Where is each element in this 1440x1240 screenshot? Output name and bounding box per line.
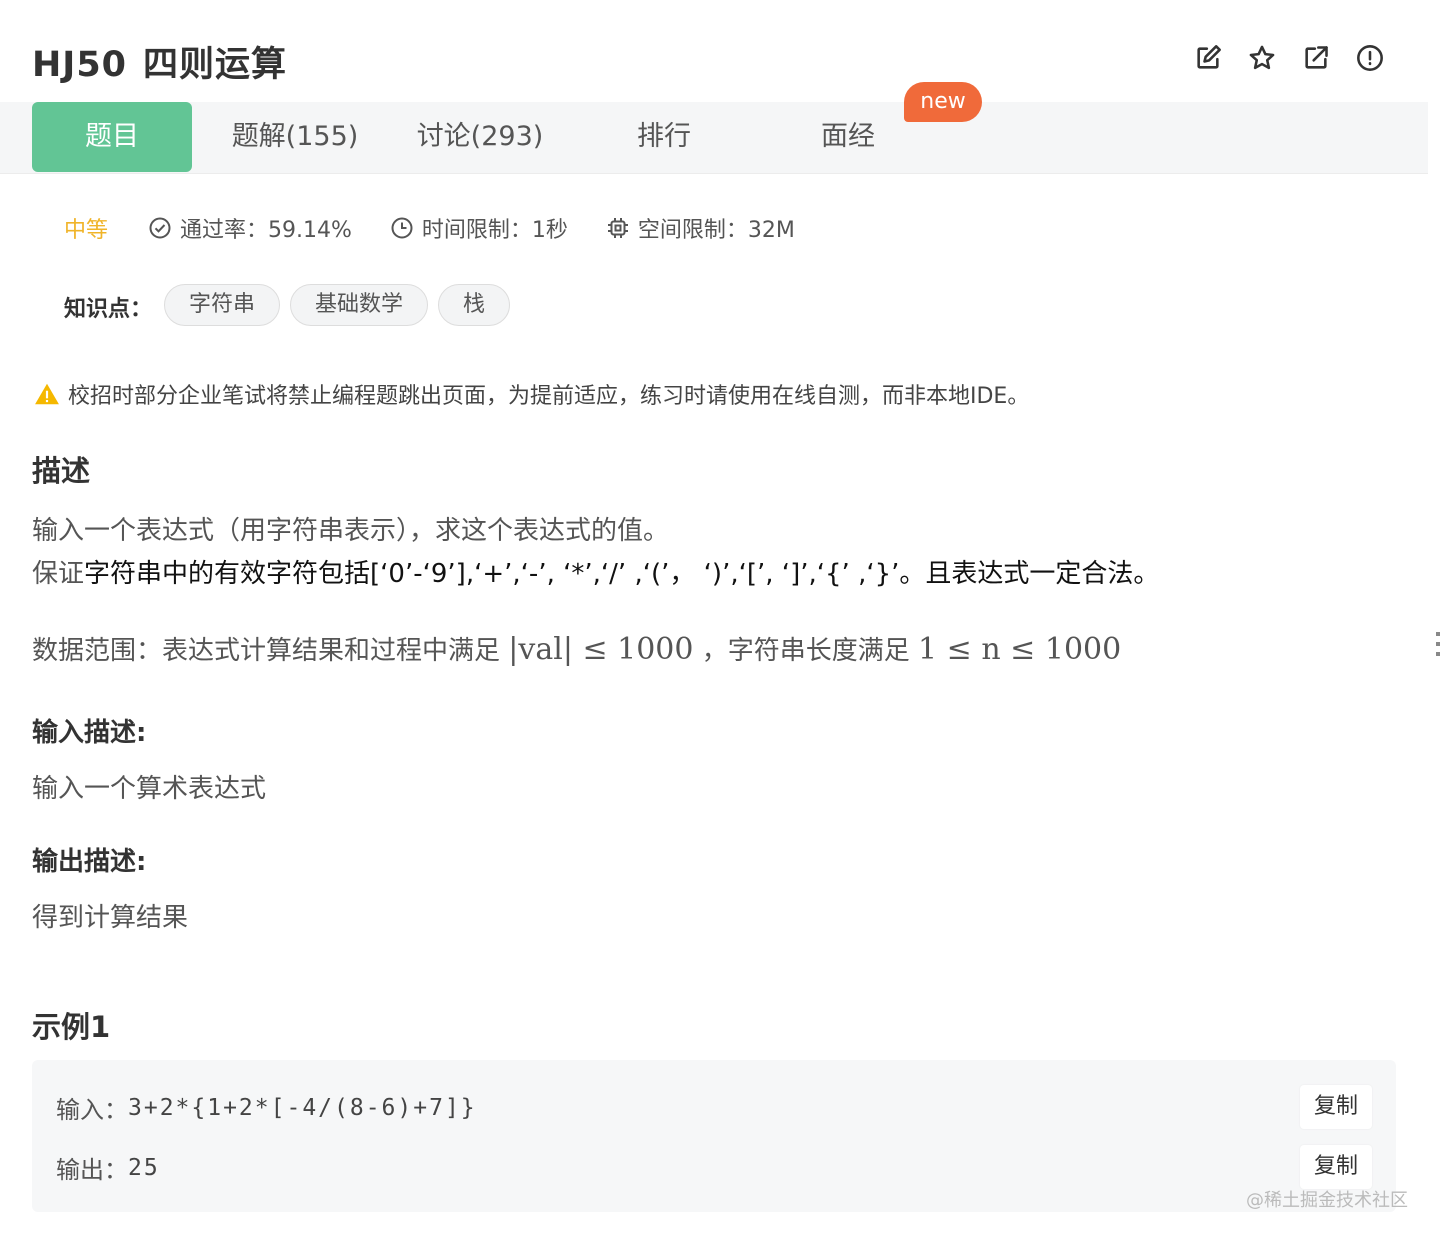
warning-icon bbox=[35, 383, 59, 405]
edit-icon[interactable] bbox=[1190, 40, 1226, 76]
problem-meta: 中等 通过率：59.14% 时间限制：1秒 空间限制：32M bbox=[64, 210, 833, 246]
tab-solutions[interactable]: 题解(155) bbox=[215, 102, 375, 172]
data-range-math-1: |val| ≤ 1000 bbox=[508, 632, 694, 667]
clock-icon bbox=[391, 217, 413, 239]
page-title: HJ50 四则运算 bbox=[32, 36, 287, 87]
pass-rate: 通过率：59.14% bbox=[148, 212, 352, 244]
description-heading: 描述 bbox=[32, 454, 91, 488]
data-range-mid: ，字符串长度满足 bbox=[701, 636, 910, 666]
chip-icon bbox=[607, 218, 628, 238]
star-icon[interactable] bbox=[1244, 40, 1280, 76]
description-line-1: 输入一个表达式（用字符串表示），求这个表达式的值。 bbox=[32, 516, 670, 546]
tag-stack[interactable]: 栈 bbox=[438, 284, 511, 326]
pass-rate-text: 通过率：59.14% bbox=[180, 218, 352, 243]
data-range-math-2: 1 ≤ n ≤ 1000 bbox=[918, 632, 1122, 667]
new-badge: new bbox=[904, 82, 982, 122]
copy-output-button[interactable]: 复制 bbox=[1300, 1145, 1372, 1189]
scroll-handle[interactable] bbox=[1436, 632, 1440, 664]
description-line-2: 保证字符串中的有效字符包括[‘0’-‘9’],‘+’,‘-’, ‘*’,‘/’ … bbox=[32, 553, 1159, 590]
tab-ranking[interactable]: 排行 bbox=[584, 102, 744, 172]
tab-problem[interactable]: 题目 bbox=[32, 102, 192, 172]
output-desc-heading: 输出描述: bbox=[32, 847, 147, 877]
example-input-value: 3+2*{1+2*[-4/(8-6)+7]} bbox=[128, 1094, 477, 1121]
description-line-2-rest: 字符串中的有效字符包括[‘0’-‘9’],‘+’,‘-’, ‘*’,‘/’ ,‘… bbox=[84, 559, 1160, 589]
problem-title: 四则运算 bbox=[143, 45, 288, 85]
report-icon[interactable] bbox=[1352, 40, 1388, 76]
knowledge-points: 知识点： 字符串 基础数学 栈 bbox=[64, 284, 520, 326]
warning-text: 校招时部分企业笔试将禁止编程题跳出页面，为提前适应，练习时请使用在线自测，而非本… bbox=[68, 384, 1030, 409]
example-heading: 示例1 bbox=[32, 1010, 111, 1044]
problem-code: HJ50 bbox=[32, 45, 128, 85]
tag-string[interactable]: 字符串 bbox=[164, 284, 281, 326]
input-desc-heading: 输入描述: bbox=[32, 718, 147, 748]
output-desc-text: 得到计算结果 bbox=[32, 903, 189, 933]
data-range: 数据范围：表达式计算结果和过程中满足 |val| ≤ 1000 ，字符串长度满足… bbox=[32, 630, 1121, 667]
example-output-row: 输出： 25 bbox=[56, 1150, 160, 1185]
time-limit-text: 时间限制：1秒 bbox=[421, 218, 568, 243]
tab-discussion[interactable]: 讨论(293) bbox=[400, 102, 560, 172]
tab-bar: 题目 题解(155) 讨论(293) 排行 面经 bbox=[0, 102, 1428, 174]
example-input-label: 输入： bbox=[56, 1096, 128, 1124]
difficulty-badge: 中等 bbox=[64, 218, 109, 243]
input-desc-text: 输入一个算术表达式 bbox=[32, 774, 267, 804]
copy-input-button[interactable]: 复制 bbox=[1300, 1085, 1372, 1129]
watermark: @稀土掘金技术社区 bbox=[1246, 1190, 1408, 1211]
ide-warning: 校招时部分企业笔试将禁止编程题跳出页面，为提前适应，练习时请使用在线自测，而非本… bbox=[34, 378, 1029, 410]
time-limit: 时间限制：1秒 bbox=[390, 212, 568, 244]
space-limit: 空间限制：32M bbox=[606, 212, 795, 244]
example-output-value: 25 bbox=[128, 1154, 160, 1181]
space-limit-text: 空间限制：32M bbox=[637, 218, 795, 243]
header-actions bbox=[1190, 40, 1388, 76]
example-output-label: 输出： bbox=[56, 1156, 128, 1184]
description-line-2-prefix: 保证 bbox=[32, 559, 85, 589]
data-range-prefix: 数据范围：表达式计算结果和过程中满足 bbox=[32, 636, 501, 666]
knowledge-label: 知识点： bbox=[64, 297, 153, 322]
check-circle-icon bbox=[149, 217, 171, 239]
problem-header: HJ50 四则运算 bbox=[0, 0, 1428, 102]
example-box: 输入： 3+2*{1+2*[-4/(8-6)+7]} 复制 输出： 25 复制 bbox=[32, 1060, 1396, 1212]
example-input-row: 输入： 3+2*{1+2*[-4/(8-6)+7]} bbox=[56, 1090, 477, 1125]
tag-basic-math[interactable]: 基础数学 bbox=[290, 284, 429, 326]
external-link-icon[interactable] bbox=[1298, 40, 1334, 76]
